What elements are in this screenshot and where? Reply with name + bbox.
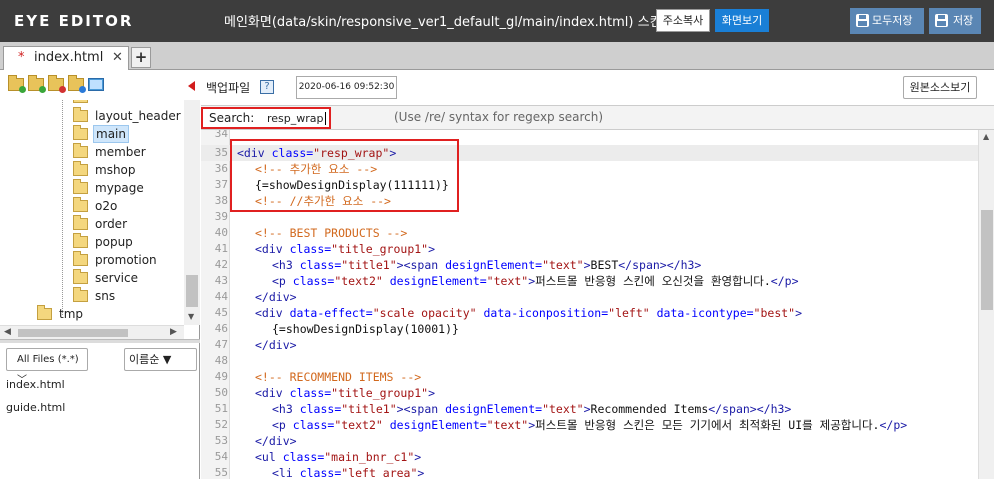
help-icon[interactable]: ?: [260, 80, 274, 94]
save-disk-icon: [935, 14, 948, 27]
code-line: 47 </div>: [214, 338, 297, 352]
folder-icon: [73, 179, 88, 194]
code-line: 48: [214, 354, 228, 367]
folder-icon: [73, 100, 88, 103]
highlight-annotation-box: [230, 139, 459, 212]
code-line: 46 {=showDesignDisplay(10001)}: [214, 322, 459, 336]
folder-icon: [73, 107, 88, 122]
code-line: 55 <li class="left_area">: [214, 466, 425, 479]
search-bar: Search: resp_wrap (Use /re/ syntax for r…: [201, 106, 994, 130]
tab-label: index.html: [34, 50, 104, 65]
save-all-button[interactable]: 모두저장: [850, 8, 924, 34]
save-button[interactable]: 저장: [929, 8, 981, 34]
new-folder-icon[interactable]: [8, 75, 26, 93]
folder-icon: [73, 143, 88, 158]
code-line: 43 <p class="text2" designElement="text">…: [214, 274, 799, 288]
save-label: 저장: [953, 14, 974, 27]
save-disk-icon: [856, 14, 869, 27]
folder-icon: [73, 287, 88, 302]
folder-icon: [73, 269, 88, 284]
add-tab-button[interactable]: +: [131, 47, 151, 68]
folder-icon: [73, 161, 88, 176]
delete-folder-icon[interactable]: [48, 75, 66, 93]
folder-icon: [73, 233, 88, 248]
view-source-button[interactable]: 원본소스보기: [903, 76, 977, 99]
copy-address-button[interactable]: 주소복사: [656, 9, 710, 32]
code-line: 49 <!-- RECOMMEND ITEMS -->: [214, 370, 422, 384]
top-bar: EYE EDITOR 메인화면(data/skin/responsive_ver…: [0, 0, 994, 42]
refresh-icon[interactable]: [68, 75, 86, 93]
save-all-label: 모두저장: [872, 14, 913, 27]
code-line: 45 <div data-effect="scale opacity" data-…: [214, 306, 803, 320]
folder-icon: [73, 125, 88, 140]
code-line: 41 <div class="title_group1">: [214, 242, 436, 256]
backup-label: 백업파일: [206, 81, 251, 95]
code-vertical-scrollbar[interactable]: ▲: [978, 130, 994, 479]
tree-vertical-scrollbar[interactable]: ▼: [184, 100, 200, 325]
code-line: 50 <div class="title_group1">: [214, 386, 436, 400]
close-tab-icon[interactable]: ✕: [112, 47, 123, 69]
tab-index-html[interactable]: * index.html ✕: [3, 46, 129, 70]
code-line: 52 <p class="text2" designElement="text">…: [214, 418, 908, 432]
collapse-pane-arrow-icon[interactable]: [188, 81, 195, 91]
sort-select[interactable]: 이름순 ▼: [124, 348, 197, 371]
folder-icon: [37, 305, 52, 320]
search-hint: (Use /re/ syntax for regexp search): [394, 110, 604, 124]
tree-horizontal-scrollbar[interactable]: ◀ ▶: [0, 325, 184, 339]
tab-bar: * index.html ✕ +: [0, 42, 994, 70]
new-file-icon[interactable]: [28, 75, 46, 93]
list-item[interactable]: guide.html: [6, 400, 65, 416]
view-screen-button[interactable]: 화면보기: [715, 9, 769, 32]
code-line: 53 </div>: [214, 434, 297, 448]
file-explorer-pane: · layout_header main member mshop mypage…: [0, 70, 200, 479]
code-line: 40 <!-- BEST PRODUCTS -->: [214, 226, 408, 240]
search-input[interactable]: resp_wrap: [267, 112, 326, 125]
code-line: 44 </div>: [214, 290, 297, 304]
search-field[interactable]: Search: resp_wrap: [201, 107, 331, 129]
list-item[interactable]: index.html: [6, 377, 65, 393]
search-label: Search:: [209, 111, 255, 125]
folder-icon: [73, 215, 88, 230]
folder-icon: [73, 197, 88, 212]
modified-indicator: *: [18, 50, 25, 65]
code-line: 54 <ul class="main_bnr_c1">: [214, 450, 422, 464]
explorer-toolbar: [0, 70, 200, 100]
code-line: 42 <h3 class="title1"><span designElement…: [214, 258, 702, 272]
upload-icon[interactable]: [88, 78, 104, 91]
code-line: 51 <h3 class="title1"><span designElement…: [214, 402, 792, 416]
brand-logo: EYE EDITOR: [14, 12, 134, 30]
folder-icon: [73, 251, 88, 266]
file-filters: All Files (*.*) ﹀ 이름순 ▼: [0, 343, 200, 386]
editor-header: 백업파일 ? 2020-06-16 09:52:30 원본소스보기: [201, 70, 994, 106]
eye-editor-window: EYE EDITOR 메인화면(data/skin/responsive_ver…: [0, 0, 994, 479]
backup-date-select[interactable]: 2020-06-16 09:52:30: [296, 76, 397, 99]
folder-tree: · layout_header main member mshop mypage…: [0, 100, 184, 325]
file-type-select[interactable]: All Files (*.*) ﹀: [6, 348, 88, 386]
page-title: 메인화면(data/skin/responsive_ver1_default_g…: [224, 15, 662, 30]
